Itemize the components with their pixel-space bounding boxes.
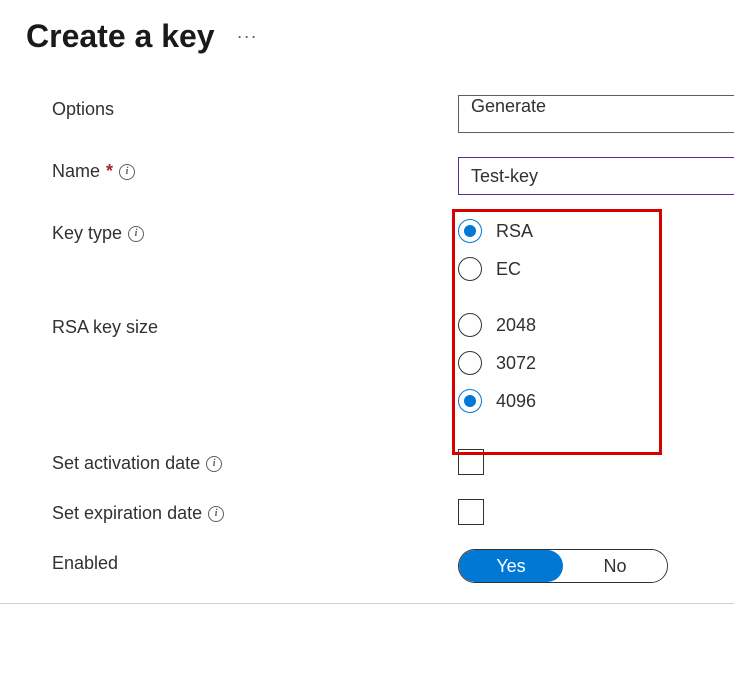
name-input[interactable] [458, 157, 734, 195]
enabled-label: Enabled [52, 553, 118, 574]
radio-label: RSA [496, 221, 533, 242]
options-select[interactable]: Generate [458, 95, 734, 133]
radio-label: 3072 [496, 353, 536, 374]
radio-2048[interactable]: 2048 [458, 313, 734, 337]
toggle-no[interactable]: No [563, 550, 667, 582]
divider [0, 603, 734, 604]
radio-3072[interactable]: 3072 [458, 351, 734, 375]
radio-label: EC [496, 259, 521, 280]
key-type-label: Key type [52, 223, 122, 244]
radio-icon [458, 351, 482, 375]
info-icon[interactable]: i [128, 226, 144, 242]
key-type-radio-group: RSA EC [458, 219, 734, 281]
radio-label: 4096 [496, 391, 536, 412]
rsa-key-size-label: RSA key size [52, 317, 158, 338]
activation-date-label: Set activation date [52, 453, 200, 474]
radio-ec[interactable]: EC [458, 257, 734, 281]
required-indicator: * [106, 161, 113, 182]
page-title: Create a key [26, 18, 215, 55]
info-icon[interactable]: i [208, 506, 224, 522]
name-label: Name [52, 161, 100, 182]
expiration-date-label: Set expiration date [52, 503, 202, 524]
toggle-yes[interactable]: Yes [459, 550, 563, 582]
radio-icon [458, 257, 482, 281]
enabled-toggle[interactable]: Yes No [458, 549, 668, 583]
activation-date-checkbox[interactable] [458, 449, 484, 475]
more-icon[interactable]: ··· [237, 26, 258, 47]
info-icon[interactable]: i [119, 164, 135, 180]
radio-label: 2048 [496, 315, 536, 336]
radio-icon [458, 219, 482, 243]
info-icon[interactable]: i [206, 456, 222, 472]
expiration-date-checkbox[interactable] [458, 499, 484, 525]
radio-icon [458, 389, 482, 413]
rsa-key-size-radio-group: 2048 3072 4096 [458, 313, 734, 413]
options-label: Options [52, 99, 114, 120]
radio-rsa[interactable]: RSA [458, 219, 734, 243]
radio-icon [458, 313, 482, 337]
radio-4096[interactable]: 4096 [458, 389, 734, 413]
